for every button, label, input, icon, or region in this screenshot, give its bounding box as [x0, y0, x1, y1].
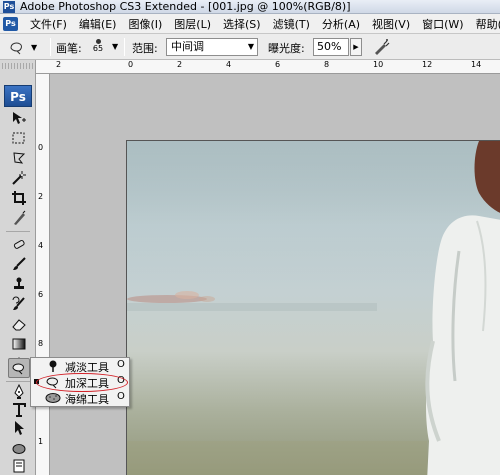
exposure-label: 曝光度: — [268, 42, 305, 55]
canvas-area[interactable] — [50, 74, 500, 475]
burn-tool-icon — [12, 363, 24, 375]
brush-picker[interactable]: 65 — [86, 37, 110, 57]
range-value: 中间调 — [171, 40, 204, 53]
pen-tool[interactable] — [8, 382, 30, 402]
airbrush-icon — [375, 39, 390, 55]
ruler-label: 8 — [38, 339, 44, 348]
healing-brush-tool[interactable] — [8, 234, 30, 254]
ruler-left[interactable]: 0 2 4 6 8 1 1 — [36, 74, 50, 475]
gradient-icon — [12, 338, 26, 350]
brush-size: 65 — [92, 44, 104, 53]
marquee-icon — [12, 132, 25, 144]
menu-window[interactable]: 窗口(W) — [416, 16, 469, 32]
path-selection-icon — [15, 421, 24, 435]
title-bar: Ps Adobe Photoshop CS3 Extended - [001.j… — [0, 0, 500, 14]
pen-icon — [14, 384, 24, 399]
slice-tool[interactable] — [8, 208, 30, 228]
ruler-label: 2 — [38, 192, 44, 201]
menu-image[interactable]: 图像(I) — [122, 16, 168, 32]
ruler-label: 14 — [471, 60, 482, 69]
clone-stamp-tool[interactable] — [8, 274, 30, 294]
shortcut-key: O — [117, 359, 125, 370]
toolbox-grip[interactable] — [2, 63, 34, 69]
ruler-label: 12 — [422, 60, 433, 69]
ruler-label: 2 — [56, 60, 62, 69]
ps-badge[interactable]: Ps — [4, 85, 32, 107]
options-bar: ▼ 画笔: 65 ▼ 范围: 中间调 ▼ 曝光度: 50% ▶ — [0, 34, 500, 60]
notes-tool[interactable] — [8, 456, 30, 475]
tool-preset-picker[interactable]: ▼ — [8, 38, 42, 56]
ruler-label: 1 — [38, 437, 44, 446]
magic-wand-icon — [12, 171, 26, 185]
ruler-label: 6 — [275, 60, 281, 69]
brush-label: 画笔: — [56, 42, 82, 55]
menu-edit[interactable]: 编辑(E) — [73, 16, 123, 32]
crop-tool[interactable] — [8, 188, 30, 208]
type-tool[interactable] — [8, 400, 30, 420]
magic-wand-tool[interactable] — [8, 168, 30, 188]
brush-tool[interactable] — [8, 254, 30, 274]
photo-content — [127, 141, 500, 475]
chevron-down-icon: ▼ — [31, 42, 38, 52]
range-label: 范围: — [132, 42, 158, 55]
ruler-label: 4 — [38, 241, 44, 250]
lasso-icon — [13, 152, 26, 164]
sponge-icon — [45, 393, 61, 403]
airbrush-toggle[interactable] — [372, 38, 390, 56]
range-select[interactable]: 中间调 ▼ — [166, 38, 258, 56]
menu-analysis[interactable]: 分析(A) — [316, 16, 366, 32]
ruler-label: 0 — [128, 60, 134, 69]
window-title: Adobe Photoshop CS3 Extended - [001.jpg … — [20, 0, 351, 13]
menu-file[interactable]: 文件(F) — [24, 16, 73, 32]
clone-stamp-icon — [14, 277, 24, 289]
eraser-icon — [12, 319, 26, 331]
exposure-slider-toggle[interactable]: ▶ — [350, 38, 362, 56]
menu-view[interactable]: 视图(V) — [366, 16, 416, 32]
toolbox: Ps — [0, 60, 36, 475]
crop-icon — [12, 191, 26, 205]
menu-filter[interactable]: 滤镜(T) — [267, 16, 316, 32]
slice-icon — [14, 210, 26, 225]
chevron-down-icon: ▼ — [247, 42, 254, 51]
move-tool[interactable] — [8, 108, 30, 128]
dodge-tool[interactable] — [8, 358, 30, 378]
brush-icon — [13, 257, 26, 270]
ruler-label: 6 — [38, 290, 44, 299]
app-icon: Ps — [3, 1, 15, 13]
highlight-annotation — [36, 373, 128, 392]
menu-layer[interactable]: 图层(L) — [168, 16, 217, 32]
menu-bar: Ps 文件(F) 编辑(E) 图像(I) 图层(L) 选择(S) 滤镜(T) 分… — [0, 14, 500, 34]
flyout-item-label: 海绵工具 — [65, 393, 109, 406]
lasso-tool[interactable] — [8, 148, 30, 168]
gradient-tool[interactable] — [8, 334, 30, 354]
document-image[interactable] — [126, 140, 500, 475]
dodge-icon — [49, 360, 57, 372]
shape-tool[interactable] — [8, 438, 30, 458]
eraser-tool[interactable] — [8, 314, 30, 334]
burn-tool-icon — [10, 42, 22, 55]
type-icon — [13, 403, 26, 417]
ruler-label: 10 — [373, 60, 384, 69]
history-brush-tool[interactable] — [8, 294, 30, 314]
ruler-top[interactable]: 2 0 2 4 6 8 10 12 14 — [36, 60, 500, 74]
menu-help[interactable]: 帮助(H) — [470, 16, 500, 32]
ruler-label: 2 — [177, 60, 183, 69]
sponge-tool-item[interactable]: 海绵工具 O — [31, 390, 129, 406]
exposure-input[interactable]: 50% — [313, 38, 349, 56]
path-selection-tool[interactable] — [8, 418, 30, 438]
chevron-down-icon[interactable]: ▼ — [112, 42, 118, 51]
menu-select[interactable]: 选择(S) — [217, 16, 267, 32]
ruler-label: 0 — [38, 143, 44, 152]
ruler-label: 4 — [226, 60, 232, 69]
marquee-tool[interactable] — [8, 128, 30, 148]
ps-logo-icon[interactable]: Ps — [3, 17, 18, 31]
ruler-label: 8 — [324, 60, 330, 69]
ellipse-shape-icon — [12, 444, 26, 454]
shortcut-key: O — [117, 391, 125, 402]
move-icon — [13, 112, 26, 124]
dodge-tool-item[interactable]: 减淡工具 O — [31, 358, 129, 374]
healing-brush-icon — [13, 240, 25, 249]
notes-icon — [13, 459, 25, 473]
history-brush-icon — [12, 296, 25, 310]
